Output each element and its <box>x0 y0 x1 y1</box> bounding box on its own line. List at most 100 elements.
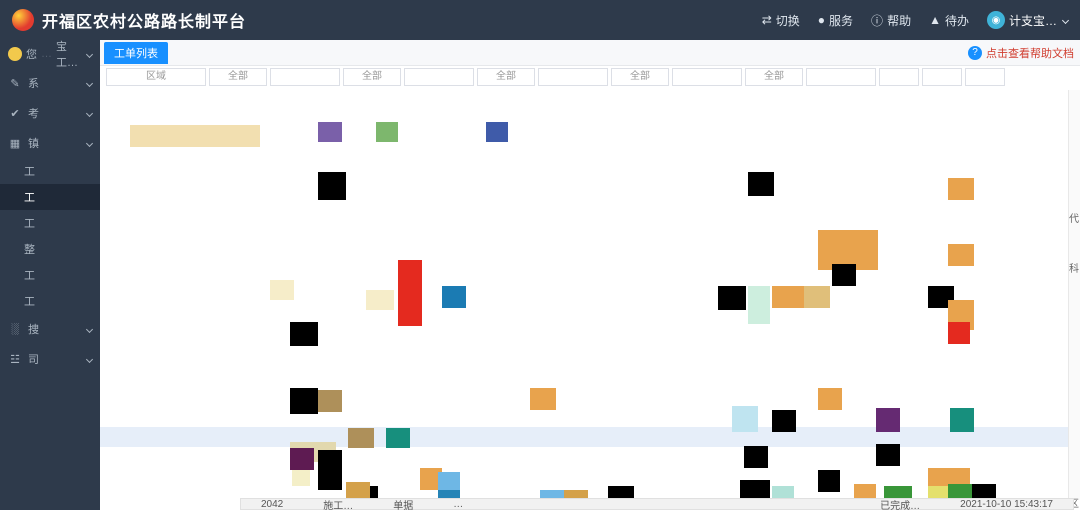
sidebar-item-3[interactable]: ░捜 <box>0 314 100 344</box>
sidebar-sub-2-5[interactable]: 工 <box>0 288 100 314</box>
header-link-todo[interactable]: ▲待办 <box>929 12 969 29</box>
data-cell[interactable] <box>832 264 856 286</box>
right-scroll-strip[interactable]: 代科区科 <box>1068 90 1080 500</box>
filter-box-7[interactable]: 全部 <box>611 68 669 86</box>
menu-icon: ✔ <box>8 107 22 120</box>
grid-status-bar[interactable]: 2042 施工… 单据 … 已完成… 2021-10-10 15:43:17 <box>240 498 1074 510</box>
sidebar-item-2[interactable]: ▦镇 <box>0 128 100 158</box>
status-c5: 已完成… <box>860 497 940 510</box>
header-link-switch[interactable]: ⇄切换 <box>762 12 800 29</box>
data-cell[interactable] <box>348 428 374 448</box>
sidebar-sub-2-0[interactable]: 工 <box>0 158 100 184</box>
data-cell[interactable] <box>398 260 422 326</box>
data-cell[interactable] <box>748 286 770 324</box>
data-cell[interactable] <box>442 286 466 308</box>
help-doc-link[interactable]: ? 点击查看帮助文档 <box>968 45 1074 61</box>
sidebar-sub-2-1[interactable]: 工 <box>0 184 100 210</box>
menu-label: 捜 <box>28 321 39 337</box>
data-cell[interactable] <box>318 390 342 412</box>
data-grid[interactable] <box>100 90 1080 510</box>
filter-box-1[interactable]: 全部 <box>209 68 267 86</box>
data-cell[interactable] <box>948 178 974 200</box>
main: 工单列表 ? 点击查看帮助文档 区域全部全部全部全部全部 代科区科 2042 施… <box>100 40 1080 510</box>
data-cell[interactable] <box>318 122 342 142</box>
sidebar-item-1[interactable]: ✔考 <box>0 98 100 128</box>
data-cell[interactable] <box>744 446 768 468</box>
app-header: 开福区农村公路路长制平台 ⇄切换 ●服务 ⓘ帮助 ▲待办 ◉ 计支宝… <box>0 0 1080 40</box>
filter-box-9[interactable]: 全部 <box>745 68 803 86</box>
data-cell[interactable] <box>366 290 394 310</box>
user-menu[interactable]: ◉ 计支宝… <box>987 11 1068 29</box>
data-cell[interactable] <box>318 450 342 490</box>
data-cell[interactable] <box>270 280 294 300</box>
status-time: 2021-10-10 15:43:17 <box>940 499 1073 510</box>
data-cell[interactable] <box>772 410 796 432</box>
sidebar-item-0[interactable]: ✎系 <box>0 68 100 98</box>
status-c4: … <box>433 499 860 510</box>
sidebar-sub-2-3[interactable]: 整 <box>0 236 100 262</box>
menu-label: 系 <box>28 75 39 91</box>
data-cell[interactable] <box>876 408 900 432</box>
tab-ticket-list[interactable]: 工单列表 <box>104 42 168 64</box>
sidebar-item-4[interactable]: ☳司 <box>0 344 100 374</box>
filter-box-13[interactable] <box>965 68 1005 86</box>
app-title: 开福区农村公路路长制平台 <box>42 8 246 32</box>
data-cell[interactable] <box>876 444 900 466</box>
sidebar-sub-2-4[interactable]: 工 <box>0 262 100 288</box>
sidebar-sub-2-2[interactable]: 工 <box>0 210 100 236</box>
data-cell[interactable] <box>948 244 974 266</box>
data-cell[interactable] <box>950 408 974 432</box>
chevron-down-icon <box>86 355 93 362</box>
avatar-icon: ◉ <box>987 11 1005 29</box>
data-cell[interactable] <box>292 470 310 486</box>
menu-icon: ✎ <box>8 77 22 90</box>
user-name: 计支宝… <box>1009 12 1057 29</box>
filter-box-10[interactable] <box>806 68 876 86</box>
data-cell[interactable] <box>290 448 314 470</box>
filter-box-12[interactable] <box>922 68 962 86</box>
filter-box-0[interactable]: 区域 <box>106 68 206 86</box>
sidebar-welcome: 您 … 宝工… <box>0 40 100 68</box>
data-cell[interactable] <box>928 468 950 488</box>
menu-label: 司 <box>28 351 39 367</box>
filter-box-2[interactable] <box>270 68 340 86</box>
data-cell[interactable] <box>772 286 804 308</box>
data-cell[interactable] <box>748 172 774 196</box>
data-cell[interactable] <box>530 388 556 410</box>
data-cell[interactable] <box>718 286 746 310</box>
data-cell[interactable] <box>732 406 758 432</box>
data-cell[interactable] <box>818 470 840 492</box>
filter-box-11[interactable] <box>879 68 919 86</box>
data-cell[interactable] <box>804 286 830 308</box>
welcome-icon <box>8 47 22 61</box>
filter-box-8[interactable] <box>672 68 742 86</box>
status-c2: 施工… <box>303 497 373 510</box>
data-cell[interactable] <box>818 388 842 410</box>
status-seq: 2042 <box>241 499 303 510</box>
right-label: 代 <box>1069 210 1079 225</box>
header-link-help[interactable]: ⓘ帮助 <box>871 12 911 29</box>
header-link-service[interactable]: ●服务 <box>818 12 853 29</box>
data-cell[interactable] <box>290 322 318 346</box>
data-cell[interactable] <box>386 428 410 448</box>
chevron-down-icon <box>86 109 93 116</box>
data-cell[interactable] <box>376 122 398 142</box>
filter-box-4[interactable] <box>404 68 474 86</box>
chevron-down-icon <box>86 139 93 146</box>
tabs-bar: 工单列表 ? 点击查看帮助文档 <box>100 40 1080 66</box>
right-label: 科 <box>1069 260 1079 275</box>
data-cell[interactable] <box>318 172 346 200</box>
emblem-icon <box>12 9 34 31</box>
filter-box-3[interactable]: 全部 <box>343 68 401 86</box>
filter-box-5[interactable]: 全部 <box>477 68 535 86</box>
data-cell[interactable] <box>290 388 318 414</box>
header-right: ⇄切换 ●服务 ⓘ帮助 ▲待办 ◉ 计支宝… <box>762 11 1068 29</box>
menu-icon: ▦ <box>8 137 22 150</box>
data-cell[interactable] <box>486 122 508 142</box>
data-cell[interactable] <box>130 125 260 147</box>
filter-box-6[interactable] <box>538 68 608 86</box>
content-area: 区域全部全部全部全部全部 代科区科 2042 施工… 单据 … 已完成… 202… <box>100 66 1080 510</box>
filter-row: 区域全部全部全部全部全部 <box>100 66 1080 88</box>
menu-label: 考 <box>28 105 39 121</box>
data-cell[interactable] <box>948 322 970 344</box>
